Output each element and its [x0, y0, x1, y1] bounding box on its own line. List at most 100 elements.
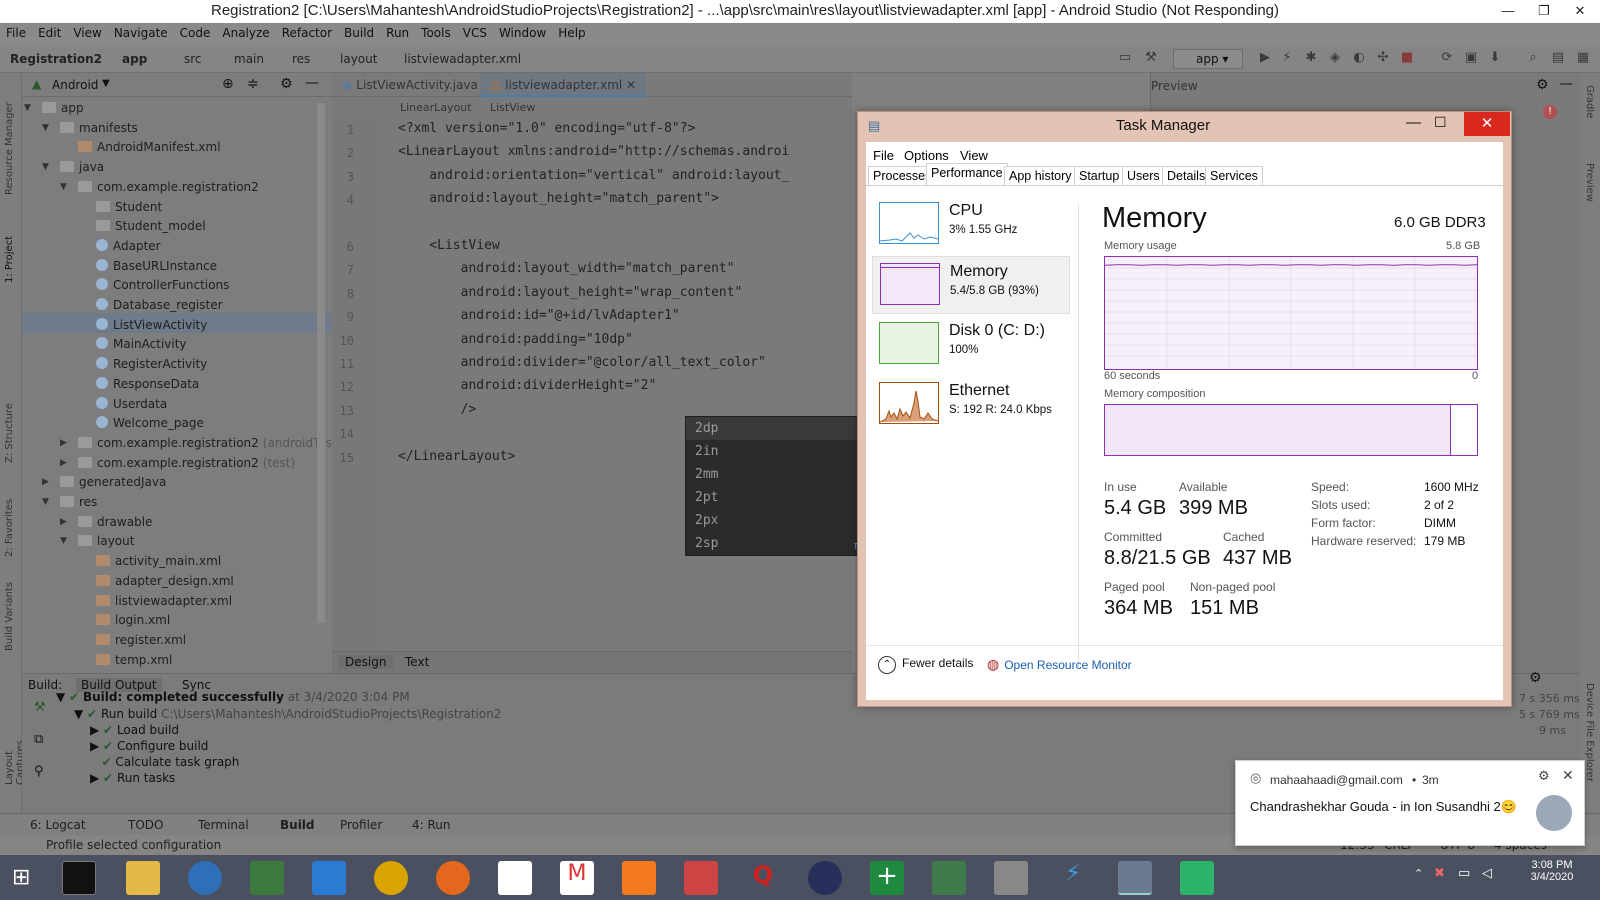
- fewer-details-button[interactable]: ⌃ Fewer details: [878, 656, 973, 674]
- tree-item[interactable]: register.xml: [96, 630, 186, 650]
- chevron-icon[interactable]: ▼: [42, 162, 49, 172]
- tree-item[interactable]: com.example.registration2 (test): [78, 453, 295, 473]
- error-icon[interactable]: !: [1543, 105, 1557, 119]
- tm-menu-file[interactable]: File: [873, 148, 894, 163]
- autocomplete-item[interactable]: 2sp: [695, 532, 718, 555]
- avd-manager-icon[interactable]: ▣: [1463, 50, 1479, 66]
- menu-view[interactable]: View: [67, 23, 107, 40]
- network-icon[interactable]: ▭: [1458, 866, 1470, 881]
- tab-performance[interactable]: Performance: [926, 163, 1008, 186]
- chevron-icon[interactable]: ▼: [42, 123, 49, 133]
- gear-icon[interactable]: ⚙: [280, 76, 293, 92]
- resource-manager-tab[interactable]: Resource Manager: [4, 85, 15, 195]
- build-variants-tab[interactable]: Build Variants: [4, 581, 15, 651]
- tree-item[interactable]: temp.xml: [96, 650, 172, 670]
- tab-details[interactable]: Details: [1162, 166, 1211, 186]
- gear-icon[interactable]: ⚙: [1538, 769, 1550, 784]
- autocomplete-item[interactable]: 2dp: [695, 417, 718, 440]
- menu-file[interactable]: File: [0, 23, 32, 40]
- hide-icon[interactable]: —: [305, 75, 319, 91]
- profiler-tab[interactable]: Profiler: [340, 818, 382, 832]
- crumb-linearlayout[interactable]: LinearLayout: [400, 101, 472, 114]
- run-icon[interactable]: ▶: [1257, 50, 1273, 66]
- tm-maximize-button[interactable]: ☐: [1434, 114, 1447, 131]
- project-view-select[interactable]: Android: [52, 78, 98, 92]
- close-button[interactable]: ✕: [1562, 0, 1598, 23]
- gradle-tab[interactable]: Gradle: [1584, 85, 1595, 145]
- menu-code[interactable]: Code: [174, 23, 217, 40]
- tree-item[interactable]: AndroidManifest.xml: [78, 137, 221, 157]
- tree-item[interactable]: com.example.registration2 (androidTest): [78, 433, 341, 453]
- resource-ethernet[interactable]: Ethernet S: 192 R: 24.0 Kbps: [872, 376, 1070, 434]
- profile-icon[interactable]: ◐: [1351, 50, 1367, 66]
- build-line[interactable]: ✔ Calculate task graph: [90, 755, 239, 769]
- breadcrumb-app[interactable]: app: [122, 52, 147, 66]
- run-config-dropdown[interactable]: app ▾: [1173, 49, 1243, 69]
- q-app-icon[interactable]: Q: [746, 861, 780, 895]
- sync-gradle-icon[interactable]: ⟳: [1439, 50, 1455, 66]
- structure-tab[interactable]: Z: Structure: [4, 393, 15, 463]
- tree-item[interactable]: com.example.registration2: [78, 177, 259, 197]
- design-tab[interactable]: Design: [338, 655, 394, 669]
- gmail-icon[interactable]: M: [560, 861, 594, 895]
- menu-navigate[interactable]: Navigate: [108, 23, 174, 40]
- breadcrumb-project[interactable]: Registration2: [10, 52, 102, 66]
- build-tab[interactable]: Build: [280, 818, 315, 832]
- chevron-icon[interactable]: ▼: [60, 182, 67, 192]
- run-tab[interactable]: 4: Run: [412, 818, 451, 832]
- chevron-icon[interactable]: ▶: [60, 458, 67, 468]
- chevron-icon[interactable]: ▼: [42, 497, 49, 507]
- tm-close-button[interactable]: ✕: [1464, 112, 1510, 136]
- chevron-icon[interactable]: ▶: [42, 477, 49, 487]
- tree-item[interactable]: Student: [96, 197, 162, 217]
- tree-item[interactable]: activity_main.xml: [96, 551, 221, 571]
- code-line[interactable]: android:divider="@color/all_text_color": [398, 355, 766, 370]
- breadcrumb-res[interactable]: res: [292, 52, 310, 66]
- menu-analyze[interactable]: Analyze: [216, 23, 275, 40]
- code-line[interactable]: <LinearLayout xmlns:android="http://sche…: [398, 144, 789, 159]
- search-icon[interactable]: ⌕: [1525, 50, 1541, 66]
- code-line[interactable]: android:padding="10dp": [398, 332, 633, 347]
- chevron-icon[interactable]: ▶: [60, 517, 67, 527]
- breadcrumb-file[interactable]: listviewadapter.xml: [404, 52, 521, 66]
- tree-item[interactable]: Database_register: [96, 295, 223, 315]
- tree-item[interactable]: manifests: [60, 118, 138, 138]
- code-line[interactable]: android:dividerHeight="2": [398, 378, 657, 393]
- tab-services[interactable]: Services: [1205, 166, 1263, 186]
- file-explorer-icon[interactable]: [126, 861, 160, 895]
- preview-tab[interactable]: Preview: [1584, 163, 1595, 223]
- clock[interactable]: 3:08 PM 3/4/2020: [1517, 859, 1587, 883]
- build-icon[interactable]: ▭: [1117, 50, 1133, 66]
- tree-item[interactable]: drawable: [78, 512, 152, 532]
- tree-item[interactable]: MainActivity: [96, 334, 187, 354]
- copy-icon[interactable]: ⧉: [34, 732, 43, 747]
- snipping-icon[interactable]: [684, 861, 718, 895]
- android-studio-icon[interactable]: [932, 861, 966, 895]
- project-structure-icon[interactable]: ▤: [1550, 50, 1566, 66]
- tree-item[interactable]: Userdata: [96, 394, 167, 414]
- volume-icon[interactable]: ◁: [1482, 866, 1492, 881]
- coverage-icon[interactable]: ◈: [1327, 50, 1343, 66]
- tab-listviewadapter[interactable]: ▤ listviewadapter.xml ✕: [480, 73, 647, 97]
- gear-icon[interactable]: ⚙: [1536, 77, 1549, 93]
- tree-item[interactable]: RegisterActivity: [96, 354, 207, 374]
- tab-startup[interactable]: Startup: [1074, 166, 1125, 186]
- code-line[interactable]: android:id="@+id/lvAdapter1": [398, 308, 680, 323]
- chrome-icon[interactable]: [374, 861, 408, 895]
- crumb-listview[interactable]: ListView: [490, 101, 535, 114]
- resource-cpu[interactable]: CPU 3% 1.55 GHz: [872, 196, 1070, 254]
- code-line[interactable]: <ListView: [398, 238, 499, 253]
- tree-item[interactable]: Adapter: [96, 236, 161, 256]
- code-line[interactable]: />: [398, 402, 477, 417]
- debug-icon[interactable]: ✱: [1303, 50, 1319, 66]
- minimize-button[interactable]: —: [1490, 0, 1526, 23]
- sdk-manager-icon[interactable]: ⬇: [1487, 50, 1503, 66]
- pin-icon[interactable]: ⚲: [34, 764, 44, 779]
- open-resource-monitor-link[interactable]: ◍ Open Resource Monitor: [987, 656, 1132, 673]
- tree-item[interactable]: listviewadapter.xml: [96, 591, 232, 611]
- resource-disk[interactable]: Disk 0 (C: D:) 100%: [872, 316, 1070, 374]
- tree-item[interactable]: login.xml: [96, 610, 170, 630]
- resource-memory[interactable]: Memory 5.4/5.8 GB (93%): [872, 256, 1070, 314]
- autocomplete-item[interactable]: 2px: [695, 509, 718, 532]
- build-line[interactable]: ▶ ✔ Configure build: [90, 739, 208, 753]
